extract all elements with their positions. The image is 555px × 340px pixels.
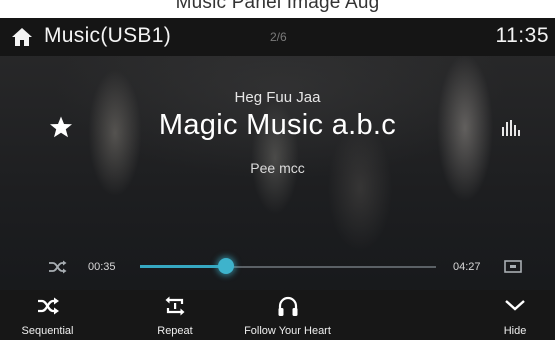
follow-your-heart-label: Follow Your Heart xyxy=(244,325,331,337)
follow-your-heart-button[interactable]: Follow Your Heart xyxy=(225,290,350,340)
repeat-button[interactable]: Repeat xyxy=(145,290,205,340)
shuffle-icon[interactable] xyxy=(48,259,68,275)
progress-slider[interactable] xyxy=(140,258,436,274)
hide-button[interactable]: Hide xyxy=(490,290,540,340)
caption-fragment: Music Panel Image Aug xyxy=(0,0,555,18)
repeat-icon[interactable] xyxy=(503,258,523,275)
repeat-icon xyxy=(165,296,185,316)
clock: 11:35 xyxy=(495,24,549,47)
album-name: Pee mcc xyxy=(250,160,305,176)
elapsed-time: 00:35 xyxy=(88,261,116,273)
music-player-screen: Music(USB1) 2/6 11:35 Heg Fuu Jaa Magic … xyxy=(0,18,555,340)
home-icon[interactable] xyxy=(11,27,33,47)
page-title: Music(USB1) xyxy=(44,24,171,47)
sequential-button[interactable]: Sequential xyxy=(10,290,85,340)
track-count: 2/6 xyxy=(270,30,287,44)
headphones-icon xyxy=(278,296,297,316)
song-title: Magic Music a.b.c xyxy=(158,109,397,141)
shuffle-icon xyxy=(37,297,59,315)
equalizer-icon[interactable] xyxy=(500,119,522,137)
caption-text: Music Panel Image Aug xyxy=(175,0,380,13)
bottom-control-bar: Sequential Repeat Follow Your Heart Hide xyxy=(0,290,555,340)
progress-knob[interactable] xyxy=(217,258,234,274)
repeat-label: Repeat xyxy=(157,325,193,337)
header-bar: Music(USB1) 2/6 11:35 xyxy=(0,18,555,56)
hide-label: Hide xyxy=(503,325,527,337)
progress-fill xyxy=(140,265,226,268)
artist-name: Heg Fuu Jaa xyxy=(234,89,321,106)
chevron-down-icon xyxy=(505,300,525,311)
sequential-label: Sequential xyxy=(21,325,74,337)
total-time: 04:27 xyxy=(453,261,481,273)
